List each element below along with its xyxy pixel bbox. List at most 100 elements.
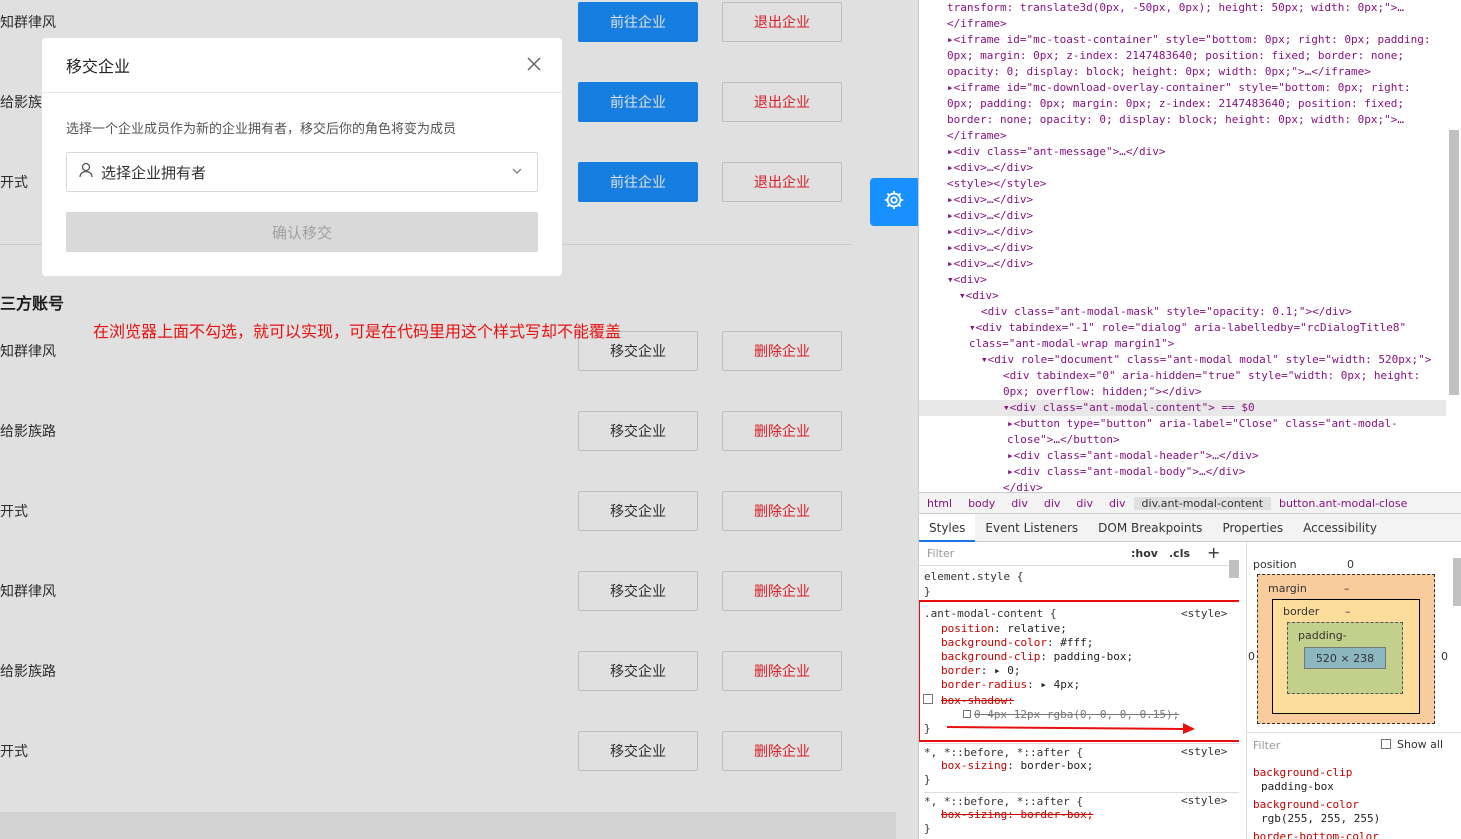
dom-node-line[interactable]: <div tabindex="0" aria-hidden="true" sty… bbox=[919, 368, 1420, 384]
dom-node-line[interactable]: ▾<div> bbox=[919, 288, 999, 304]
computed-filter-input[interactable]: Filter bbox=[1253, 739, 1280, 752]
modal-header: 移交企业 bbox=[42, 38, 562, 93]
red-arrow-annotation bbox=[947, 723, 1195, 734]
modal-close-button[interactable] bbox=[524, 56, 544, 76]
cls-toggle[interactable]: .cls bbox=[1169, 547, 1190, 560]
computed-prop-name[interactable]: background-color bbox=[1253, 798, 1359, 811]
dom-node-line[interactable]: ▸<div>…</div> bbox=[919, 224, 1033, 240]
show-all-label: Show all bbox=[1397, 738, 1444, 751]
dom-node-line[interactable]: </iframe> bbox=[919, 16, 1007, 32]
dom-node-line[interactable]: ▸<div>…</div> bbox=[919, 208, 1033, 224]
border-value: – bbox=[1345, 605, 1351, 618]
box-left-value: 0 bbox=[1248, 650, 1255, 663]
hov-toggle[interactable]: :hov bbox=[1131, 547, 1158, 560]
breadcrumb-item[interactable]: body bbox=[960, 497, 1003, 510]
breadcrumb-item[interactable]: html bbox=[919, 497, 960, 510]
dom-node-line[interactable]: close">…</button> bbox=[919, 432, 1120, 448]
position-label: position bbox=[1253, 558, 1297, 571]
dom-node-line[interactable]: opacity: 0; display: block; height: 0px;… bbox=[919, 64, 1371, 80]
devtools-tab[interactable]: Properties bbox=[1212, 514, 1293, 542]
user-icon bbox=[79, 162, 93, 182]
universal-rule-source[interactable]: <style> bbox=[1181, 745, 1227, 759]
computed-filter-row: Filter Show all bbox=[1247, 732, 1461, 758]
dom-node-line[interactable]: ▸<iframe id="mc-download-overlay-contain… bbox=[919, 80, 1411, 96]
dom-node-line[interactable]: ▸<div>…</div> bbox=[919, 192, 1033, 208]
universal-rule2-struck: box-sizing: border-box; bbox=[941, 808, 1094, 821]
dom-node-line[interactable]: 0px; overflow: hidden;"></div> bbox=[919, 384, 1202, 400]
styles-scrollbar[interactable] bbox=[1229, 560, 1239, 578]
computed-scrollbar[interactable] bbox=[1453, 558, 1461, 606]
universal-rule2-source[interactable]: <style> bbox=[1181, 794, 1227, 808]
new-rule-button[interactable]: + bbox=[1207, 543, 1220, 562]
computed-prop-name[interactable]: background-clip bbox=[1253, 766, 1352, 779]
dom-node-line[interactable]: <style></style> bbox=[919, 176, 1046, 192]
devtools-tab[interactable]: DOM Breakpoints bbox=[1088, 514, 1212, 542]
breadcrumb-item[interactable]: button.ant-modal-close bbox=[1271, 497, 1415, 510]
dom-node-line[interactable]: <div class="ant-modal-mask" style="opaci… bbox=[919, 304, 1352, 320]
styles-filter-row: Filter :hov .cls + bbox=[919, 542, 1239, 566]
breadcrumb-item[interactable]: div bbox=[1101, 497, 1134, 510]
computed-prop-value: padding-box bbox=[1261, 780, 1334, 793]
margin-value: – bbox=[1344, 582, 1350, 595]
content-size: 520 × 238 bbox=[1315, 651, 1375, 665]
devtools-tab[interactable]: Accessibility bbox=[1293, 514, 1387, 542]
modal-description: 选择一个企业成员作为新的企业拥有者，移交后你的角色将变为成员 bbox=[66, 122, 457, 137]
computed-pane: position 0 margin – border – padding- 52… bbox=[1246, 542, 1461, 839]
dom-breadcrumb: html body div div div div div.ant-modal-conten… bbox=[919, 492, 1461, 514]
computed-prop-name[interactable]: border-bottom-color bbox=[1253, 830, 1379, 839]
universal-rule-prop: box-sizing: border-box; bbox=[941, 759, 1094, 772]
border-box: border – padding- 520 × 238 bbox=[1272, 599, 1420, 714]
universal-prop-value: border-box; bbox=[1020, 759, 1094, 772]
dom-node-line[interactable]: ▸<div>…</div> bbox=[919, 256, 1033, 272]
padding-label: padding- bbox=[1298, 629, 1347, 642]
dom-node-line[interactable]: border: none; opacity: 0; display: block… bbox=[919, 112, 1404, 128]
devtools-panel: transform: translate3d(0px, -50px, 0px);… bbox=[918, 0, 1461, 839]
border-label: border bbox=[1283, 605, 1320, 618]
dom-node-line[interactable]: ▾<div class="ant-modal-content"> == $0 bbox=[919, 400, 1446, 416]
margin-box: margin – border – padding- 520 × 238 bbox=[1257, 574, 1435, 724]
dom-node-line[interactable]: 0px; padding: 0px; margin: 0px; z-index:… bbox=[919, 96, 1404, 112]
dom-node-line[interactable]: transform: translate3d(0px, -50px, 0px);… bbox=[919, 0, 1404, 16]
settings-button[interactable] bbox=[870, 178, 918, 226]
universal-rule-close: } bbox=[924, 773, 931, 786]
devtools-tab[interactable]: Styles bbox=[919, 513, 976, 542]
element-style-selector: element.style { bbox=[924, 570, 1024, 583]
dom-node-line[interactable]: </iframe> bbox=[919, 128, 1007, 144]
annotation-text: 在浏览器上面不勾选，就可以实现，可是在代码里用这个样式写却不能覆盖 bbox=[93, 322, 622, 341]
dom-node-line[interactable]: ▸<div class="ant-modal-header">…</div> bbox=[919, 448, 1259, 464]
element-style-close: } bbox=[924, 585, 931, 598]
breadcrumb-item[interactable]: div bbox=[1003, 497, 1036, 510]
dom-node-line[interactable]: ▾<div role="document" class="ant-modal m… bbox=[919, 352, 1431, 368]
owner-select-placeholder: 选择企业拥有者 bbox=[101, 163, 207, 182]
dom-node-line[interactable]: ▸<iframe id="mc-toast-container" style="… bbox=[919, 32, 1430, 48]
dom-node-line[interactable]: ▾<div> bbox=[919, 272, 987, 288]
elements-scrollbar[interactable] bbox=[1449, 130, 1459, 395]
position-value: 0 bbox=[1347, 558, 1354, 571]
chevron-down-icon bbox=[511, 165, 523, 181]
dom-node-line[interactable]: 0px; margin: 0px; z-index: 2147483640; p… bbox=[919, 48, 1404, 64]
owner-select[interactable]: 选择企业拥有者 bbox=[66, 152, 538, 192]
dom-node-line[interactable]: ▸<div>…</div> bbox=[919, 240, 1033, 256]
breadcrumb-item[interactable]: div bbox=[1068, 497, 1101, 510]
breadcrumb-item[interactable]: div.ant-modal-content bbox=[1133, 496, 1272, 510]
show-all-checkbox[interactable] bbox=[1381, 739, 1391, 749]
breadcrumb-item[interactable]: div bbox=[1036, 497, 1069, 510]
universal-rule2-close: } bbox=[924, 822, 931, 835]
styles-filter-input[interactable]: Filter bbox=[927, 547, 954, 560]
dom-node-line[interactable]: ▸<button type="button" aria-label="Close… bbox=[919, 416, 1398, 432]
dom-node-line[interactable]: ▾<div tabindex="-1" role="dialog" aria-l… bbox=[919, 320, 1406, 336]
dom-node-line[interactable]: ▸<div class="ant-message">…</div> bbox=[919, 144, 1166, 160]
dom-node-line[interactable]: class="ant-modal-wrap margin1"> bbox=[919, 336, 1174, 352]
computed-prop-value: rgb(255, 255, 255) bbox=[1261, 812, 1381, 825]
dom-node-line[interactable]: </div> bbox=[919, 480, 1043, 492]
confirm-transfer-button[interactable]: 确认移交 bbox=[66, 212, 538, 252]
dom-node-line[interactable]: ▸<div class="ant-modal-body">…</div> bbox=[919, 464, 1245, 480]
close-icon bbox=[527, 57, 541, 75]
box-model-diagram: position 0 margin – border – padding- 52… bbox=[1247, 542, 1461, 732]
transfer-modal: 移交企业 选择一个企业成员作为新的企业拥有者，移交后你的角色将变为成员 选择企业… bbox=[42, 38, 562, 276]
dom-node-line[interactable]: ▸<div>…</div> bbox=[919, 160, 1033, 176]
devtools-tab[interactable]: Event Listeners bbox=[975, 514, 1088, 542]
gear-icon bbox=[883, 189, 905, 215]
universal-prop-name: box-sizing bbox=[941, 759, 1008, 772]
elements-tree[interactable]: transform: translate3d(0px, -50px, 0px);… bbox=[919, 0, 1461, 492]
